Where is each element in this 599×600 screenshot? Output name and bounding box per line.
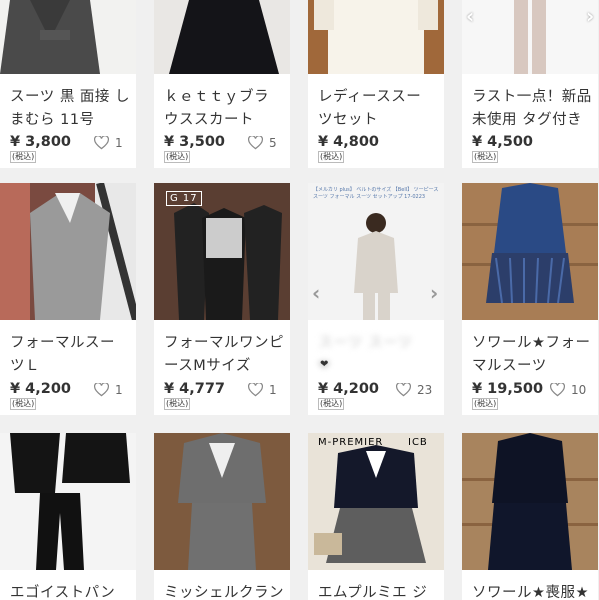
- product-title: ｋｅｔｔｙブラ ウススカート: [164, 89, 269, 128]
- tax-label: (税込): [318, 151, 345, 163]
- product-image: [0, 183, 136, 320]
- product-price: ¥ 4,800: [318, 134, 380, 150]
- product-price: ¥ 4,200: [10, 381, 72, 397]
- carousel-next-icon[interactable]: ›: [586, 4, 594, 28]
- heart-icon: [93, 382, 110, 397]
- product-image: [462, 433, 598, 570]
- brand-label: M-PREMIER: [318, 437, 384, 448]
- product-card[interactable]: ｋｅｔｔｙブラ ウススカート ¥ 3,500 (税込) 5: [154, 0, 290, 168]
- like-button[interactable]: 5: [247, 135, 277, 150]
- photo-caption: 【メルカリ plus】 ベルトのサイズ 【Bell】 ツーピーススーツ フォーマ…: [313, 187, 439, 200]
- tax-label: (税込): [318, 398, 345, 410]
- product-card[interactable]: ソワール★フォー マルスーツ ¥ 19,500 (税込) 10: [462, 183, 598, 415]
- product-card[interactable]: フォーマルスー ツＬ ¥ 4,200 (税込) 1: [0, 183, 136, 415]
- product-price: ¥ 3,800: [10, 134, 72, 150]
- product-card[interactable]: 【メルカリ plus】 ベルトのサイズ 【Bell】 ツーピーススーツ フォーマ…: [308, 183, 444, 415]
- product-title: ラスト一点！新品 未使用 タグ付き: [472, 89, 592, 128]
- product-card[interactable]: スーツ 黒 面接 し まむら 11号 ¥ 3,800 (税込) 1: [0, 0, 136, 168]
- tax-label: (税込): [472, 151, 499, 163]
- product-price: ¥ 3,500: [164, 134, 226, 150]
- product-card[interactable]: G 17 フォーマルワンピ ースMサイズ ¥ 4,777 (税込) 1: [154, 183, 290, 415]
- like-button[interactable]: 10: [549, 382, 587, 397]
- product-image: [0, 0, 136, 74]
- like-button[interactable]: 23: [395, 382, 433, 397]
- product-price: ¥ 4,200: [318, 381, 380, 397]
- product-title: スーツ スーツ ❤: [318, 335, 413, 374]
- product-card[interactable]: レディーススー ツセット ¥ 4,800 (税込): [308, 0, 444, 168]
- product-image: G 17: [154, 183, 290, 320]
- heart-icon: [549, 382, 566, 397]
- product-image: M-PREMIER ICB: [308, 433, 444, 570]
- product-image: 【メルカリ plus】 ベルトのサイズ 【Bell】 ツーピーススーツ フォーマ…: [308, 183, 444, 320]
- brand-badge: G 17: [166, 191, 202, 206]
- heart-icon: [247, 382, 264, 397]
- tax-label: (税込): [164, 398, 191, 410]
- brand-label-2: ICB: [408, 437, 428, 448]
- like-count: 23: [417, 383, 433, 397]
- product-image: [308, 0, 444, 74]
- heart-icon: [247, 135, 264, 150]
- heart-emoji-icon: ❤: [320, 359, 329, 370]
- like-count: 1: [115, 383, 123, 397]
- tax-label: (税込): [472, 398, 499, 410]
- product-image: [154, 433, 290, 570]
- like-button[interactable]: 1: [93, 382, 123, 397]
- product-title: レディーススー ツセット: [318, 89, 422, 128]
- product-price: ¥ 4,500: [472, 134, 534, 150]
- carousel-prev-icon[interactable]: ‹: [312, 281, 320, 305]
- like-count: 1: [115, 136, 123, 150]
- product-title: エムプルミエ ジ: [318, 585, 428, 600]
- product-image: [462, 183, 598, 320]
- product-card[interactable]: ‹ › ラスト一点！新品 未使用 タグ付き ¥ 4,500 (税込): [462, 0, 598, 168]
- product-price: ¥ 4,777: [164, 381, 226, 397]
- like-button[interactable]: 1: [247, 382, 277, 397]
- product-card[interactable]: ソワール★喪服★: [462, 433, 598, 600]
- heart-icon: [93, 135, 110, 150]
- product-title: ソワール★喪服★: [472, 585, 589, 600]
- product-price: ¥ 19,500: [472, 381, 544, 397]
- product-title: エゴイストパン: [10, 585, 116, 600]
- carousel-prev-icon[interactable]: ‹: [466, 4, 474, 28]
- product-card[interactable]: M-PREMIER ICB エムプルミエ ジ: [308, 433, 444, 600]
- tax-label: (税込): [10, 151, 37, 163]
- product-image: [0, 433, 136, 570]
- like-count: 10: [571, 383, 587, 397]
- product-image: ‹ ›: [462, 0, 598, 74]
- product-card[interactable]: エゴイストパン: [0, 433, 136, 600]
- heart-icon: [395, 382, 412, 397]
- carousel-next-icon[interactable]: ›: [430, 281, 438, 305]
- like-button[interactable]: 1: [93, 135, 123, 150]
- product-card[interactable]: ミッシェルクラン: [154, 433, 290, 600]
- like-count: 1: [269, 383, 277, 397]
- like-count: 5: [269, 136, 277, 150]
- product-image: [154, 0, 290, 74]
- tax-label: (税込): [10, 398, 37, 410]
- product-title: ソワール★フォー マルスーツ: [472, 335, 591, 374]
- product-title: フォーマルスー ツＬ: [10, 335, 115, 374]
- tax-label: (税込): [164, 151, 191, 163]
- product-title: ミッシェルクラン: [164, 585, 284, 600]
- product-title: フォーマルワンピ ースMサイズ: [164, 335, 284, 374]
- product-title: スーツ 黒 面接 し まむら 11号: [10, 89, 131, 128]
